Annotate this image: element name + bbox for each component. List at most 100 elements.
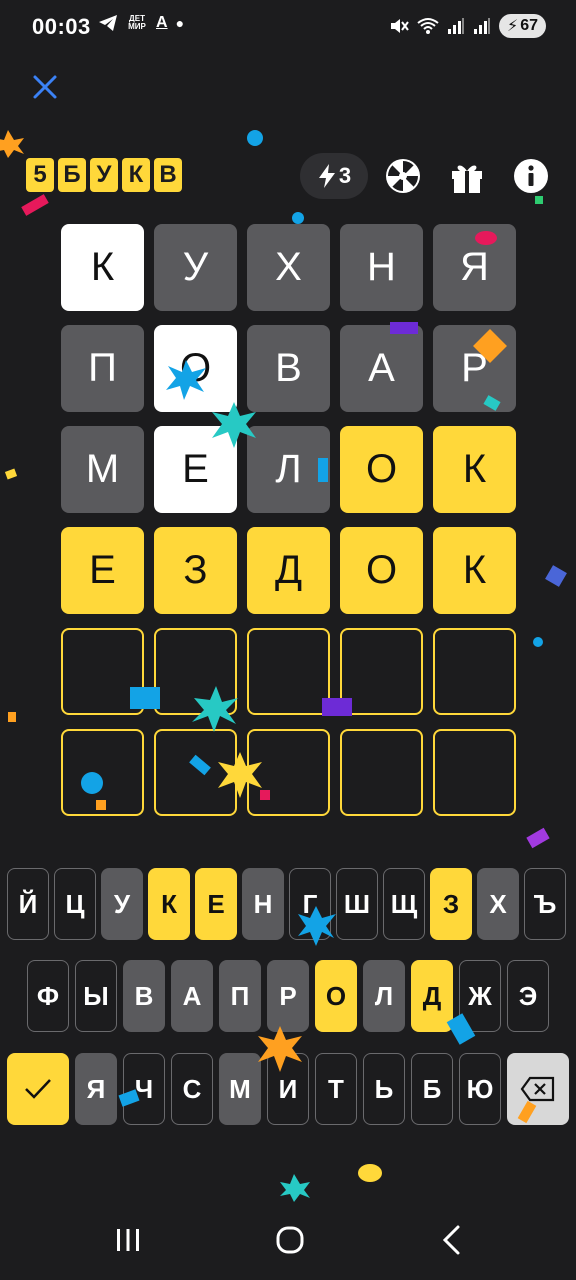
grid-cell: О xyxy=(154,325,237,412)
grid-cell xyxy=(340,729,423,816)
key-button[interactable]: С xyxy=(171,1053,213,1125)
wifi-icon xyxy=(417,18,439,34)
grid-cell: Х xyxy=(247,224,330,311)
grid-cell: Л xyxy=(247,426,330,513)
key-button[interactable]: У xyxy=(101,868,143,940)
backspace-button[interactable] xyxy=(507,1053,569,1125)
key-button[interactable]: Б xyxy=(411,1053,453,1125)
battery-level: 67 xyxy=(520,17,538,34)
info-icon[interactable] xyxy=(512,157,550,195)
word-grid: КУХНЯПОВАРМЕЛОКЕЗДОК xyxy=(61,224,516,816)
logo-letter: У xyxy=(90,158,118,192)
grid-cell xyxy=(247,729,330,816)
key-button[interactable]: В xyxy=(123,960,165,1032)
dot-icon: ● xyxy=(175,15,185,31)
gift-icon[interactable] xyxy=(448,157,486,195)
grid-cell: В xyxy=(247,325,330,412)
logo-letter: Б xyxy=(58,158,86,192)
key-button[interactable]: О xyxy=(315,960,357,1032)
key-button[interactable]: Н xyxy=(242,868,284,940)
key-button[interactable]: Г xyxy=(289,868,331,940)
grid-cell: П xyxy=(61,325,144,412)
grid-cell xyxy=(61,628,144,715)
key-button[interactable]: Е xyxy=(195,868,237,940)
key-button[interactable]: Э xyxy=(507,960,549,1032)
key-button[interactable]: Ъ xyxy=(524,868,566,940)
key-button[interactable]: Ф xyxy=(27,960,69,1032)
key-button[interactable]: Р xyxy=(267,960,309,1032)
detmir-icon: ДЕТ МИР xyxy=(128,14,146,31)
grid-cell: К xyxy=(61,224,144,311)
signal-icon xyxy=(447,18,464,34)
keyboard-row-2: ФЫВАПРОЛДЖЭ xyxy=(27,960,549,1032)
grid-cell: Д xyxy=(247,527,330,614)
hints-button[interactable]: 3 xyxy=(300,153,368,199)
grid-cell xyxy=(247,628,330,715)
home-icon[interactable] xyxy=(270,1220,310,1260)
close-icon[interactable] xyxy=(28,70,62,104)
key-button[interactable]: Й xyxy=(7,868,49,940)
signal-icon-2 xyxy=(473,18,490,34)
keyboard-row-1: ЙЦУКЕНГШЩЗХЪ xyxy=(7,868,566,940)
grid-cell: Е xyxy=(154,426,237,513)
grid-cell: Н xyxy=(340,224,423,311)
a-icon: A xyxy=(156,14,168,31)
grid-cell xyxy=(340,628,423,715)
key-button[interactable]: Д xyxy=(411,960,453,1032)
grid-cell: А xyxy=(340,325,423,412)
grid-cell: Я xyxy=(433,224,516,311)
key-button[interactable]: З xyxy=(430,868,472,940)
grid-cell xyxy=(154,628,237,715)
logo-letter: 5 xyxy=(26,158,54,192)
grid-cell: Р xyxy=(433,325,516,412)
logo-letter: В xyxy=(154,158,182,192)
grid-cell: У xyxy=(154,224,237,311)
grid-cell: К xyxy=(433,426,516,513)
enter-button[interactable] xyxy=(7,1053,69,1125)
system-nav-bar xyxy=(0,1200,576,1280)
mute-icon xyxy=(390,19,409,33)
checkmark-icon xyxy=(25,1079,51,1099)
backspace-icon xyxy=(520,1076,555,1102)
app-logo: 5 Б У К В xyxy=(26,158,182,192)
back-icon[interactable] xyxy=(432,1220,472,1260)
lightning-icon xyxy=(318,164,335,188)
status-time: 00:03 xyxy=(32,14,91,39)
status-bar: 00:03 ДЕТ МИР A ● ⚡ 67 xyxy=(0,0,576,56)
key-button[interactable]: П xyxy=(219,960,261,1032)
key-button[interactable]: Ч xyxy=(123,1053,165,1125)
status-system-icons: ⚡ 67 xyxy=(389,14,546,38)
recents-icon[interactable] xyxy=(108,1220,148,1260)
key-button[interactable]: И xyxy=(267,1053,309,1125)
battery-indicator: ⚡ 67 xyxy=(498,14,546,38)
grid-cell: Е xyxy=(61,527,144,614)
key-button[interactable]: Л xyxy=(363,960,405,1032)
telegram-icon xyxy=(99,15,117,31)
fortune-wheel-icon[interactable] xyxy=(384,157,422,195)
key-button[interactable]: Ц xyxy=(54,868,96,940)
status-notification-icons: ДЕТ МИР A ● xyxy=(98,14,184,32)
key-button[interactable]: А xyxy=(171,960,213,1032)
key-button[interactable]: Ы xyxy=(75,960,117,1032)
grid-cell xyxy=(61,729,144,816)
grid-cell: З xyxy=(154,527,237,614)
grid-cell: О xyxy=(340,527,423,614)
key-button[interactable]: Ж xyxy=(459,960,501,1032)
logo-letter: К xyxy=(122,158,150,192)
key-button[interactable]: М xyxy=(219,1053,261,1125)
key-button[interactable]: Т xyxy=(315,1053,357,1125)
grid-cell xyxy=(154,729,237,816)
grid-cell: К xyxy=(433,527,516,614)
key-button[interactable]: Ш xyxy=(336,868,378,940)
key-button[interactable]: Ь xyxy=(363,1053,405,1125)
key-button[interactable]: Х xyxy=(477,868,519,940)
key-button[interactable]: Ю xyxy=(459,1053,501,1125)
key-button[interactable]: К xyxy=(148,868,190,940)
grid-cell: О xyxy=(340,426,423,513)
keyboard-row-3: ЯЧСМИТЬБЮ xyxy=(7,1053,569,1125)
key-button[interactable]: Щ xyxy=(383,868,425,940)
grid-cell: М xyxy=(61,426,144,513)
key-button[interactable]: Я xyxy=(75,1053,117,1125)
charging-icon: ⚡ xyxy=(506,18,519,35)
grid-cell xyxy=(433,628,516,715)
